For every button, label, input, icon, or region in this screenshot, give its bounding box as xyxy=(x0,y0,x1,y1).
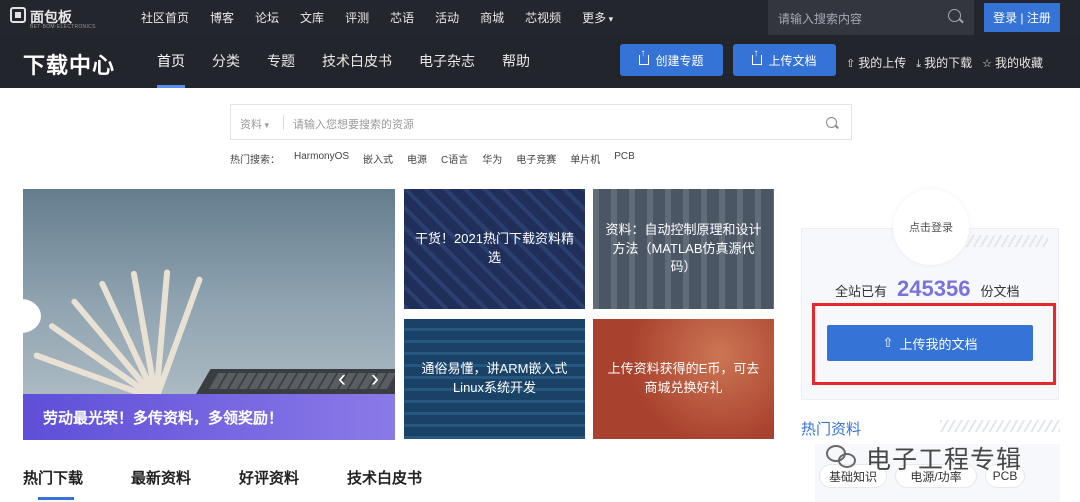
upload-icon: ⇧ xyxy=(846,58,856,70)
search-icon[interactable] xyxy=(948,9,961,22)
nav-item-more[interactable]: 更多 xyxy=(582,9,613,26)
hero-caption[interactable]: 劳动最光荣！多传资料，多领奖励！ xyxy=(23,394,395,440)
hot-keyword[interactable]: PCB xyxy=(614,151,635,166)
my-upload-label: 我的上传 xyxy=(858,56,907,70)
tab-topic[interactable]: 专题 xyxy=(267,35,295,88)
upload-my-document-label: 上传我的文档 xyxy=(899,336,978,352)
tab-category[interactable]: 分类 xyxy=(212,35,240,88)
user-links: ⇧ 我的上传 ⤓ 我的下载 ☆ 我的收藏 xyxy=(846,54,1053,71)
my-favorites-link[interactable]: ☆ 我的收藏 xyxy=(982,54,1043,71)
feature-card-title: 通俗易懂，讲ARM嵌入式Linux系统开发 xyxy=(421,361,568,395)
tab-latest[interactable]: 最新资料 xyxy=(131,467,191,488)
main-content: 资料 请输入您想要搜索的资源 热门搜索： HarmonyOS 嵌入式 电源 C语… xyxy=(0,88,1080,502)
stat-prefix: 全站已有 xyxy=(835,284,888,299)
feature-card-title: 干货！2021热门下载资料精选 xyxy=(415,231,574,265)
tab-help[interactable]: 帮助 xyxy=(502,35,530,88)
doc-count: 245356 xyxy=(897,276,971,301)
create-topic-label: 创建专题 xyxy=(655,53,704,68)
upload-document-label: 上传文档 xyxy=(768,53,817,68)
nav-item-community-home[interactable]: 社区首页 xyxy=(141,9,189,26)
create-topic-button[interactable]: 创建专题 xyxy=(620,44,723,76)
resource-search-input[interactable]: 资料 请输入您想要搜索的资源 xyxy=(230,104,852,140)
nav-item-mall[interactable]: 商城 xyxy=(480,9,504,26)
tab-home[interactable]: 首页 xyxy=(157,35,185,88)
top-nav: 社区首页 博客 论坛 文库 评测 芯语 活动 商城 芯视频 更多 xyxy=(141,0,634,35)
wechat-icon xyxy=(826,445,858,471)
hot-keyword[interactable]: 单片机 xyxy=(570,151,600,166)
hot-search-label: 热门搜索： xyxy=(230,155,280,166)
feature-card[interactable]: 通俗易懂，讲ARM嵌入式Linux系统开发 xyxy=(404,319,585,439)
hot-resources-title: 热门资料 xyxy=(801,421,862,438)
search-icon[interactable] xyxy=(826,117,837,128)
nav-item-xinyu[interactable]: 芯语 xyxy=(390,9,414,26)
watermark-text: 电子工程专辑 xyxy=(866,446,1023,474)
login-avatar[interactable]: 点击登录 xyxy=(893,189,969,265)
tab-whitepapers[interactable]: 技术白皮书 xyxy=(347,467,422,488)
divider xyxy=(283,115,284,130)
nav-item-forum[interactable]: 论坛 xyxy=(255,9,279,26)
top-search-input[interactable]: 请输入搜索内容 xyxy=(768,0,974,35)
hot-keyword[interactable]: 电子竞赛 xyxy=(516,151,556,166)
nav-item-library[interactable]: 文库 xyxy=(300,9,324,26)
hero-carousel[interactable]: ‹ › 劳动最光荣！多传资料，多领奖励！ xyxy=(23,189,395,440)
feature-card-title: 上传资料获得的E币，可去商城兑换好礼 xyxy=(607,361,760,395)
feature-card-title: 资料：自动控制原理和设计方法（MATLAB仿真源代码） xyxy=(605,221,762,275)
tab-hot-downloads[interactable]: 热门下载 xyxy=(23,467,83,500)
upload-icon: ⇧ xyxy=(882,335,894,350)
upload-icon xyxy=(639,49,650,65)
feature-card[interactable]: 资料：自动控制原理和设计方法（MATLAB仿真源代码） xyxy=(593,189,774,309)
hot-keyword[interactable]: 嵌入式 xyxy=(363,151,393,166)
search-category-select[interactable]: 资料 xyxy=(240,116,269,132)
doc-count-stat: 全站已有 245356 份文档 xyxy=(835,276,1019,302)
decorative-stripes xyxy=(940,420,1060,432)
nav-item-blog[interactable]: 博客 xyxy=(210,9,234,26)
star-icon: ☆ xyxy=(982,58,992,70)
hot-keyword[interactable]: 华为 xyxy=(482,151,502,166)
login-register-button[interactable]: 登录 | 注册 xyxy=(984,3,1060,32)
resource-search-placeholder: 请输入您想要搜索的资源 xyxy=(293,119,414,131)
carousel-tab xyxy=(23,299,41,333)
logo-icon xyxy=(10,7,26,23)
my-download-link[interactable]: ⤓ 我的下载 xyxy=(916,54,972,71)
tab-magazine[interactable]: 电子杂志 xyxy=(419,35,475,88)
my-favorites-label: 我的收藏 xyxy=(995,56,1044,70)
upload-document-button[interactable]: 上传文档 xyxy=(733,44,836,76)
top-navbar: 面包板 BET·BOM·ELECTRONICS 社区首页 博客 论坛 文库 评测… xyxy=(0,0,1080,35)
upload-my-document-button[interactable]: ⇧ 上传我的文档 xyxy=(827,325,1033,361)
laptop-image xyxy=(195,369,395,395)
chevron-right-icon[interactable]: › xyxy=(371,365,379,393)
wechat-watermark: 电子工程专辑 xyxy=(826,440,1022,476)
nav-item-video[interactable]: 芯视频 xyxy=(525,9,561,26)
feature-card[interactable]: 上传资料获得的E币，可去商城兑换好礼 xyxy=(593,319,774,439)
site-logo[interactable]: 面包板 BET·BOM·ELECTRONICS xyxy=(10,5,105,31)
logo-subtitle: BET·BOM·ELECTRONICS xyxy=(30,24,96,30)
feature-card[interactable]: 干货！2021热门下载资料精选 xyxy=(404,189,585,309)
hot-keyword[interactable]: 电源 xyxy=(407,151,427,166)
content-tabs: 热门下载 最新资料 好评资料 技术白皮书 xyxy=(23,467,470,500)
tab-whitepaper[interactable]: 技术白皮书 xyxy=(322,35,392,88)
top-search-placeholder: 请输入搜索内容 xyxy=(778,12,863,26)
my-upload-link[interactable]: ⇧ 我的上传 xyxy=(846,54,906,71)
nav-item-events[interactable]: 活动 xyxy=(435,9,459,26)
stat-suffix: 份文档 xyxy=(980,284,1020,299)
download-icon: ⤓ xyxy=(916,58,922,70)
nav-item-review[interactable]: 评测 xyxy=(345,9,369,26)
my-download-label: 我的下载 xyxy=(924,56,973,70)
tab-top-rated[interactable]: 好评资料 xyxy=(239,467,299,488)
hot-keyword[interactable]: HarmonyOS xyxy=(294,151,349,166)
section-nav: 首页 分类 专题 技术白皮书 电子杂志 帮助 xyxy=(157,35,557,88)
upload-icon xyxy=(752,49,763,65)
chevron-left-icon[interactable]: ‹ xyxy=(338,365,346,393)
hot-search-keywords: 热门搜索： HarmonyOS 嵌入式 电源 C语言 华为 电子竞赛 单片机 P… xyxy=(230,151,649,166)
hot-keyword[interactable]: C语言 xyxy=(441,151,468,166)
page-title: 下载中心 xyxy=(23,53,116,78)
